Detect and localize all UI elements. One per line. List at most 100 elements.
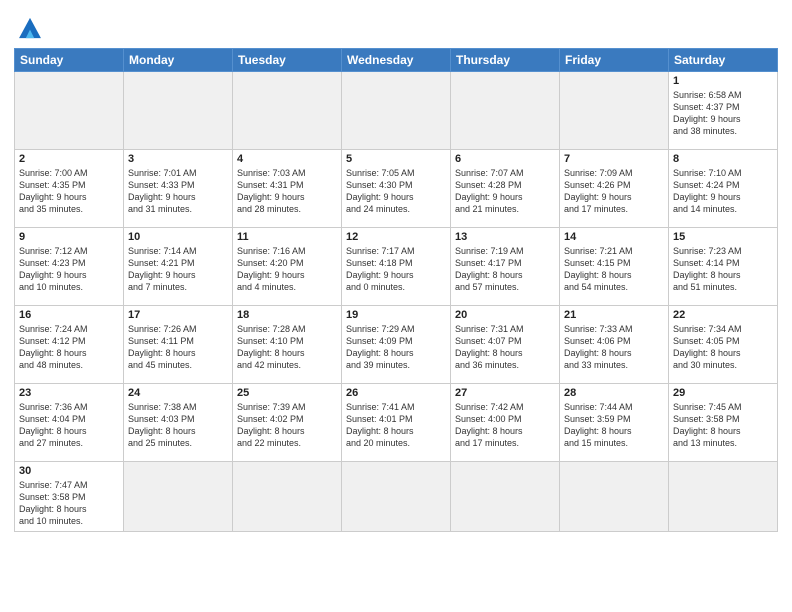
calendar-week-5: 23 Sunrise: 7:36 AMSunset: 4:04 PMDayligh… (15, 384, 778, 462)
day-number: 23 (19, 387, 119, 399)
calendar-cell: 30Sunrise: 7:47 AMSunset: 3:58 PMDayligh… (15, 462, 124, 532)
calendar-header-wednesday: Wednesday (342, 49, 451, 72)
day-number: 27 (455, 387, 555, 399)
day-number: 1 (673, 75, 773, 87)
day-info: Sunrise: 7:03 AMSunset: 4:31 PMDaylight:… (237, 167, 337, 216)
day-number: 30 (19, 465, 119, 477)
calendar-cell: 28 Sunrise: 7:44 AMSunset: 3:59 PMDayligh… (560, 384, 669, 462)
calendar-header-saturday: Saturday (669, 49, 778, 72)
day-info: Sunrise: 7:10 AMSunset: 4:24 PMDaylight:… (673, 167, 773, 216)
calendar-header-monday: Monday (124, 49, 233, 72)
calendar-cell: 26Sunrise: 7:41 AMSunset: 4:01 PMDayligh… (342, 384, 451, 462)
day-info: Sunrise: 7:14 AMSunset: 4:21 PMDaylight:… (128, 245, 228, 294)
page: SundayMondayTuesdayWednesdayThursdayFrid… (0, 0, 792, 612)
calendar-cell: 8 Sunrise: 7:10 AMSunset: 4:24 PMDaylight… (669, 150, 778, 228)
calendar-cell: 11 Sunrise: 7:16 AMSunset: 4:20 PMDayligh… (233, 228, 342, 306)
day-info: Sunrise: 7:17 AMSunset: 4:18 PMDaylight:… (346, 245, 446, 294)
calendar-cell: 24 Sunrise: 7:38 AMSunset: 4:03 PMDayligh… (124, 384, 233, 462)
day-info: Sunrise: 7:36 AMSunset: 4:04 PMDaylight:… (19, 401, 119, 450)
calendar-week-3: 9 Sunrise: 7:12 AMSunset: 4:23 PMDaylight… (15, 228, 778, 306)
calendar-cell: 4 Sunrise: 7:03 AMSunset: 4:31 PMDaylight… (233, 150, 342, 228)
day-info: Sunrise: 7:21 AMSunset: 4:15 PMDaylight:… (564, 245, 664, 294)
day-info: Sunrise: 7:07 AMSunset: 4:28 PMDaylight:… (455, 167, 555, 216)
day-number: 6 (455, 153, 555, 165)
calendar-header-tuesday: Tuesday (233, 49, 342, 72)
calendar-week-6: 30Sunrise: 7:47 AMSunset: 3:58 PMDayligh… (15, 462, 778, 532)
day-number: 9 (19, 231, 119, 243)
calendar-cell (15, 72, 124, 150)
day-number: 4 (237, 153, 337, 165)
day-number: 29 (673, 387, 773, 399)
calendar-cell: 13 Sunrise: 7:19 AMSunset: 4:17 PMDayligh… (451, 228, 560, 306)
day-info: Sunrise: 7:28 AMSunset: 4:10 PMDaylight:… (237, 323, 337, 372)
day-info: Sunrise: 7:01 AMSunset: 4:33 PMDaylight:… (128, 167, 228, 216)
calendar-cell: 18 Sunrise: 7:28 AMSunset: 4:10 PMDayligh… (233, 306, 342, 384)
calendar-cell: 9 Sunrise: 7:12 AMSunset: 4:23 PMDaylight… (15, 228, 124, 306)
day-number: 2 (19, 153, 119, 165)
day-info: Sunrise: 7:29 AMSunset: 4:09 PMDaylight:… (346, 323, 446, 372)
calendar-cell: 19 Sunrise: 7:29 AMSunset: 4:09 PMDayligh… (342, 306, 451, 384)
day-info: Sunrise: 7:34 AMSunset: 4:05 PMDaylight:… (673, 323, 773, 372)
calendar-week-2: 2 Sunrise: 7:00 AMSunset: 4:35 PMDaylight… (15, 150, 778, 228)
day-info: Sunrise: 7:24 AMSunset: 4:12 PMDaylight:… (19, 323, 119, 372)
calendar-cell: 22 Sunrise: 7:34 AMSunset: 4:05 PMDayligh… (669, 306, 778, 384)
day-number: 22 (673, 309, 773, 321)
day-number: 19 (346, 309, 446, 321)
header (14, 10, 778, 42)
day-number: 14 (564, 231, 664, 243)
day-number: 16 (19, 309, 119, 321)
day-number: 24 (128, 387, 228, 399)
day-number: 13 (455, 231, 555, 243)
day-info: Sunrise: 7:31 AMSunset: 4:07 PMDaylight:… (455, 323, 555, 372)
calendar-cell (451, 462, 560, 532)
day-number: 20 (455, 309, 555, 321)
calendar-cell: 16 Sunrise: 7:24 AMSunset: 4:12 PMDayligh… (15, 306, 124, 384)
calendar-cell (560, 72, 669, 150)
calendar-cell: 25 Sunrise: 7:39 AMSunset: 4:02 PMDayligh… (233, 384, 342, 462)
day-info: Sunrise: 7:39 AMSunset: 4:02 PMDaylight:… (237, 401, 337, 450)
day-number: 10 (128, 231, 228, 243)
day-number: 25 (237, 387, 337, 399)
day-number: 12 (346, 231, 446, 243)
day-number: 26 (346, 387, 446, 399)
day-info: Sunrise: 7:33 AMSunset: 4:06 PMDaylight:… (564, 323, 664, 372)
day-number: 7 (564, 153, 664, 165)
calendar-cell: 29Sunrise: 7:45 AMSunset: 3:58 PMDayligh… (669, 384, 778, 462)
day-number: 18 (237, 309, 337, 321)
day-info: Sunrise: 7:38 AMSunset: 4:03 PMDaylight:… (128, 401, 228, 450)
calendar-header-sunday: Sunday (15, 49, 124, 72)
calendar-cell (451, 72, 560, 150)
day-info: Sunrise: 7:00 AMSunset: 4:35 PMDaylight:… (19, 167, 119, 216)
calendar-cell: 15 Sunrise: 7:23 AMSunset: 4:14 PMDayligh… (669, 228, 778, 306)
day-info: Sunrise: 7:44 AMSunset: 3:59 PMDaylight:… (564, 401, 664, 450)
calendar-cell: 2 Sunrise: 7:00 AMSunset: 4:35 PMDaylight… (15, 150, 124, 228)
calendar-cell: 1 Sunrise: 6:58 AMSunset: 4:37 PMDaylight… (669, 72, 778, 150)
day-number: 17 (128, 309, 228, 321)
day-number: 8 (673, 153, 773, 165)
day-number: 28 (564, 387, 664, 399)
calendar-header-thursday: Thursday (451, 49, 560, 72)
calendar-cell (233, 72, 342, 150)
calendar-cell (124, 72, 233, 150)
calendar-cell (669, 462, 778, 532)
day-info: Sunrise: 7:26 AMSunset: 4:11 PMDaylight:… (128, 323, 228, 372)
calendar-cell: 23 Sunrise: 7:36 AMSunset: 4:04 PMDayligh… (15, 384, 124, 462)
day-info: Sunrise: 7:12 AMSunset: 4:23 PMDaylight:… (19, 245, 119, 294)
calendar-cell (342, 72, 451, 150)
day-number: 15 (673, 231, 773, 243)
calendar-cell: 17 Sunrise: 7:26 AMSunset: 4:11 PMDayligh… (124, 306, 233, 384)
calendar-cell: 21Sunrise: 7:33 AMSunset: 4:06 PMDayligh… (560, 306, 669, 384)
calendar-cell: 12 Sunrise: 7:17 AMSunset: 4:18 PMDayligh… (342, 228, 451, 306)
day-info: Sunrise: 7:16 AMSunset: 4:20 PMDaylight:… (237, 245, 337, 294)
day-info: Sunrise: 6:58 AMSunset: 4:37 PMDaylight:… (673, 89, 773, 138)
calendar-cell (342, 462, 451, 532)
day-info: Sunrise: 7:23 AMSunset: 4:14 PMDaylight:… (673, 245, 773, 294)
calendar-cell: 3Sunrise: 7:01 AMSunset: 4:33 PMDaylight… (124, 150, 233, 228)
calendar-header-row: SundayMondayTuesdayWednesdayThursdayFrid… (15, 49, 778, 72)
calendar-cell: 27Sunrise: 7:42 AMSunset: 4:00 PMDayligh… (451, 384, 560, 462)
day-number: 11 (237, 231, 337, 243)
calendar-cell: 6 Sunrise: 7:07 AMSunset: 4:28 PMDaylight… (451, 150, 560, 228)
calendar-table: SundayMondayTuesdayWednesdayThursdayFrid… (14, 48, 778, 532)
day-info: Sunrise: 7:19 AMSunset: 4:17 PMDaylight:… (455, 245, 555, 294)
calendar-cell: 7Sunrise: 7:09 AMSunset: 4:26 PMDaylight… (560, 150, 669, 228)
